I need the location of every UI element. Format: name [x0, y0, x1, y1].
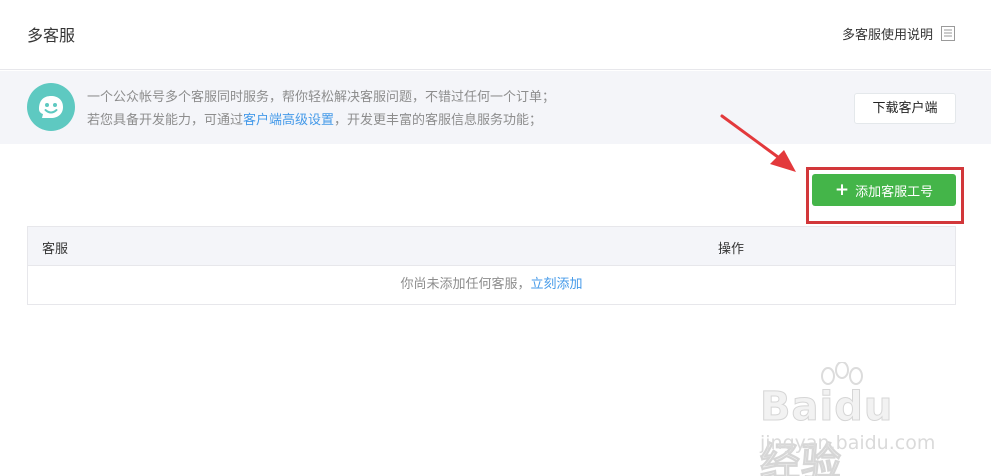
empty-message: 你尚未添加任何客服， — [400, 277, 531, 292]
add-now-link[interactable]: 立刻添加 — [531, 277, 583, 292]
notice-banner: 一个公众帐号多个客服同时服务，帮你轻松解决客服问题，不错过任何一个订单； 若您具… — [0, 71, 991, 144]
notice-line-2-suffix: ，开发更丰富的客服信息服务功能； — [334, 113, 543, 128]
notice-line-2-prefix: 若您具备开发能力，可通过 — [87, 113, 244, 128]
advanced-settings-link[interactable]: 客户端高级设置 — [243, 113, 334, 128]
column-header-service: 客服 — [42, 242, 69, 257]
column-header-action: 操作 — [718, 242, 745, 257]
add-service-account-button[interactable]: + 添加客服工号 — [812, 174, 956, 206]
help-link[interactable]: 多客服使用说明 — [842, 24, 955, 43]
notice-line-2: 若您具备开发能力，可通过客户端高级设置，开发更丰富的客服信息服务功能； — [87, 109, 555, 132]
annotation-arrow-icon — [720, 114, 796, 172]
service-table: 客服 操作 你尚未添加任何客服，立刻添加 — [27, 226, 956, 305]
page: 多客服 多客服使用说明 一个公众帐号多个客服同时服务，帮你轻松解决客服问题，不错… — [0, 0, 991, 476]
help-link-label: 多客服使用说明 — [841, 28, 933, 43]
page-title: 多客服 — [27, 26, 76, 45]
plus-icon: + — [834, 179, 850, 200]
watermark-sub: jingyan.baidu.com — [760, 432, 936, 454]
notice-line-1: 一个公众帐号多个客服同时服务，帮你轻松解决客服问题，不错过任何一个订单； — [87, 90, 556, 105]
document-icon — [941, 26, 955, 41]
watermark-main: Baidu经验 — [759, 384, 894, 476]
download-client-button[interactable]: 下载客户端 — [854, 93, 956, 124]
smiley-chat-icon — [27, 83, 75, 131]
table-empty-row: 你尚未添加任何客服，立刻添加 — [28, 266, 955, 304]
table-header: 客服 操作 — [28, 227, 955, 266]
notice-text: 一个公众帐号多个客服同时服务，帮你轻松解决客服问题，不错过任何一个订单； 若您具… — [87, 86, 555, 132]
header: 多客服 多客服使用说明 — [0, 0, 991, 70]
add-service-account-label: 添加客服工号 — [855, 184, 934, 200]
